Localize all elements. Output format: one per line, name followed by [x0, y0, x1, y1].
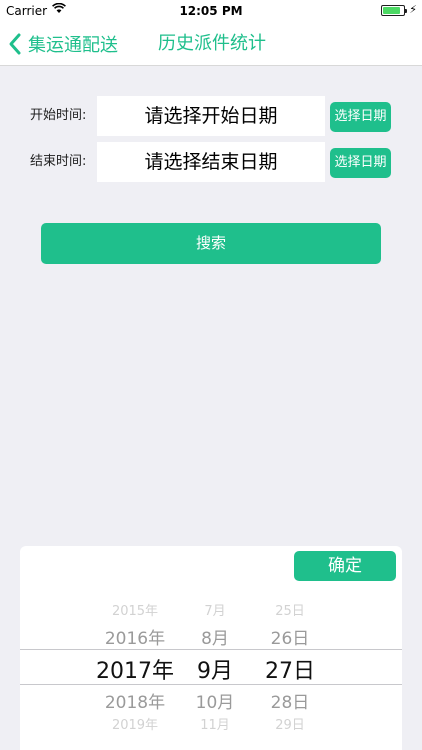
year-option[interactable]: 2018年 [90, 688, 180, 713]
month-option[interactable]: 11月 [185, 714, 245, 733]
end-date-field[interactable]: 请选择结束日期 [97, 142, 325, 182]
day-option[interactable]: 25日 [260, 600, 320, 619]
confirm-button[interactable]: 确定 [294, 551, 396, 581]
year-option[interactable]: 2015年 [90, 600, 180, 619]
date-picker-panel: 确定 2015年 2016年 2017年 2018年 2019年 7月 8月 9… [20, 546, 402, 750]
month-option-selected[interactable]: 9月 [185, 653, 245, 685]
end-date-row: 结束时间: 请选择结束日期 选择日期 [0, 142, 422, 182]
month-column[interactable]: 7月 8月 9月 10月 11月 [185, 596, 245, 750]
day-option[interactable]: 26日 [260, 624, 320, 649]
day-option[interactable]: 28日 [260, 688, 320, 713]
month-option[interactable]: 7月 [185, 600, 245, 619]
battery-cap [405, 9, 407, 13]
charging-icon: ⚡ [409, 3, 417, 16]
battery-level [383, 7, 400, 14]
end-date-label: 结束时间: [30, 154, 87, 169]
date-picker-wheel: 2015年 2016年 2017年 2018年 2019年 7月 8月 9月 1… [20, 596, 402, 750]
end-pick-date-button[interactable]: 选择日期 [330, 148, 391, 178]
year-column[interactable]: 2015年 2016年 2017年 2018年 2019年 [90, 596, 180, 750]
day-column[interactable]: 25日 26日 27日 28日 29日 [260, 596, 320, 750]
year-option[interactable]: 2016年 [90, 624, 180, 649]
month-option[interactable]: 10月 [185, 688, 245, 713]
back-label: 集运通配送 [28, 35, 118, 56]
search-button[interactable]: 搜索 [41, 223, 381, 264]
start-date-label: 开始时间: [30, 108, 87, 123]
page-title: 历史派件统计 [158, 33, 266, 54]
back-button[interactable]: 集运通配送 [8, 22, 118, 66]
battery-icon [381, 5, 407, 16]
year-option-selected[interactable]: 2017年 [90, 653, 180, 685]
chevron-left-icon [8, 31, 26, 57]
start-date-row: 开始时间: 请选择开始日期 选择日期 [0, 96, 422, 136]
clock: 12:05 PM [179, 4, 243, 18]
start-date-field[interactable]: 请选择开始日期 [97, 96, 325, 136]
start-pick-date-button[interactable]: 选择日期 [330, 102, 391, 132]
status-bar: Carrier 12:05 PM ⚡ [0, 0, 422, 22]
day-option[interactable]: 29日 [260, 714, 320, 733]
day-option-selected[interactable]: 27日 [260, 653, 320, 685]
navigation-bar: 集运通配送 历史派件统计 [0, 22, 422, 66]
month-option[interactable]: 8月 [185, 624, 245, 649]
year-option[interactable]: 2019年 [90, 714, 180, 733]
